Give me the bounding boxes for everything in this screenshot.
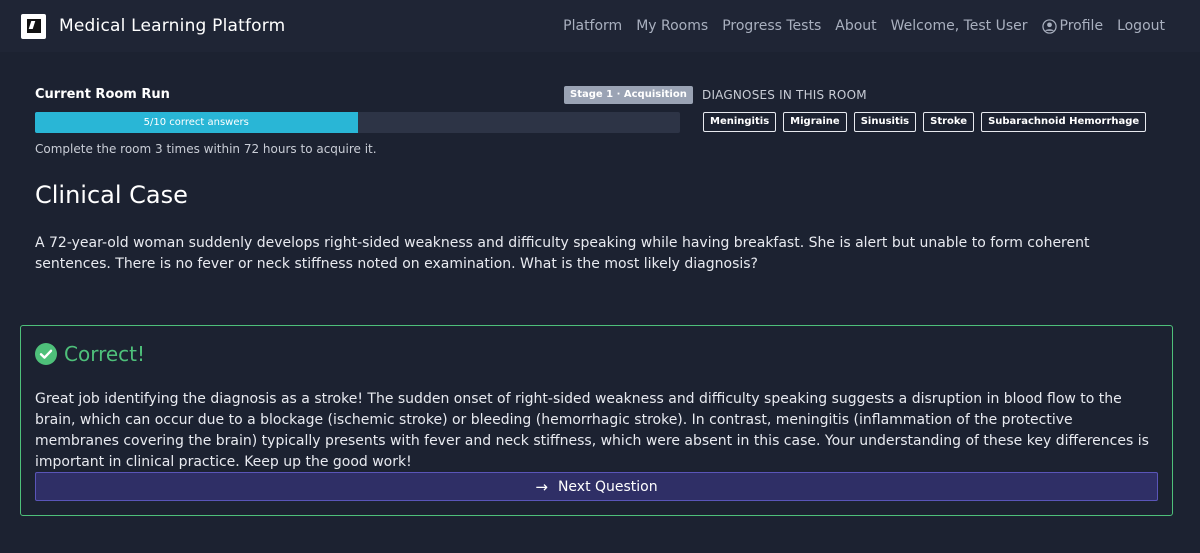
- feedback-text: Great job identifying the diagnosis as a…: [35, 391, 1149, 470]
- feedback-title: Correct!: [64, 342, 146, 366]
- logo-icon: [21, 13, 46, 39]
- case-text: A 72-year-old woman suddenly develops ri…: [35, 235, 1090, 272]
- profile-label: Profile: [1059, 18, 1104, 34]
- progress-fill: 5/10 correct answers: [35, 112, 358, 133]
- diagnosis-tag-sinusitis: Sinusitis: [853, 112, 917, 132]
- diagnosis-tag-meningitis: Meningitis: [703, 112, 777, 132]
- diagnoses-list: Meningitis Migraine Sinusitis Stroke Sub…: [703, 112, 1153, 132]
- diagnosis-tag-stroke: Stroke: [923, 112, 975, 132]
- check-circle-icon: [35, 343, 57, 365]
- user-circle-icon: [1041, 18, 1057, 34]
- progress-label: 5/10 correct answers: [143, 117, 249, 128]
- stage-badge: Stage 1 · Acquisition: [564, 86, 693, 104]
- nav-link-about[interactable]: About: [835, 18, 876, 34]
- arrow-right-icon: →: [535, 477, 548, 496]
- progress-bar: 5/10 correct answers: [35, 112, 680, 133]
- feedback-header: Correct!: [35, 342, 145, 366]
- room-acquire-note: Complete the room 3 times within 72 hour…: [35, 142, 377, 156]
- nav-link-profile[interactable]: Profile: [1041, 18, 1104, 34]
- diagnosis-tag-migraine: Migraine: [783, 112, 847, 132]
- nav-link-logout[interactable]: Logout: [1117, 18, 1165, 34]
- nav-link-progress-tests[interactable]: Progress Tests: [722, 18, 821, 34]
- case-heading: Clinical Case: [35, 181, 188, 209]
- diagnosis-tag-subarachnoid-hemorrhage: Subarachnoid Hemorrhage: [981, 112, 1147, 132]
- brand-title: Medical Learning Platform: [59, 16, 286, 36]
- next-question-button[interactable]: → Next Question: [35, 472, 1158, 501]
- nav-link-my-rooms[interactable]: My Rooms: [636, 18, 708, 34]
- feedback-card: Correct! Great job identifying the diagn…: [20, 325, 1173, 516]
- next-question-label: Next Question: [557, 478, 658, 495]
- nav-link-platform[interactable]: Platform: [563, 18, 622, 34]
- diagnoses-label: DIAGNOSES IN THIS ROOM: [702, 88, 867, 102]
- nav-links: Platform My Rooms Progress Tests About W…: [549, 0, 1165, 52]
- brand[interactable]: Medical Learning Platform: [21, 13, 286, 39]
- welcome-text: Welcome, Test User: [890, 18, 1028, 34]
- navbar: Medical Learning Platform Platform My Ro…: [0, 0, 1200, 52]
- room-run-title: Current Room Run: [35, 87, 170, 102]
